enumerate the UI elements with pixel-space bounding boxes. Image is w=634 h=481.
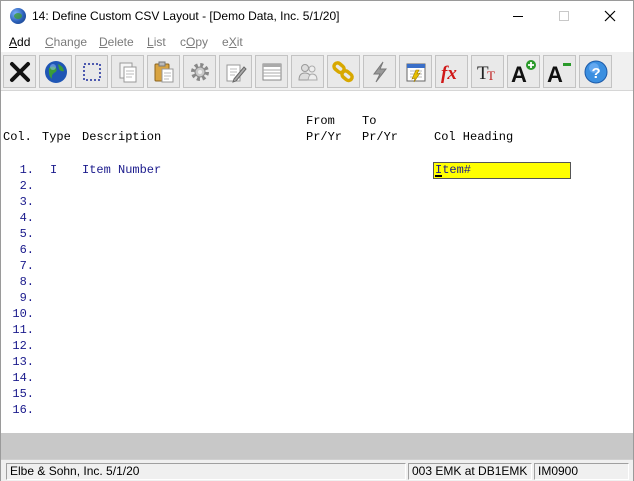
font-decrease-icon: A — [547, 62, 571, 85]
row-number: 6. — [19, 243, 34, 257]
app-window: 14: Define Custom CSV Layout - [Demo Dat… — [0, 0, 634, 481]
status-program: IM0900 — [534, 463, 629, 480]
menu-change[interactable]: Change — [45, 35, 87, 49]
row-number: 13. — [12, 355, 34, 369]
minimize-button[interactable] — [495, 1, 541, 31]
toolbar-list-button[interactable] — [255, 55, 288, 88]
toolbar-quick-button[interactable] — [363, 55, 396, 88]
close-window-button[interactable] — [587, 1, 633, 31]
row-number: 5. — [19, 227, 34, 241]
row-number: 15. — [12, 387, 34, 401]
type-header: Type — [42, 130, 71, 144]
toolbar-close-button[interactable] — [3, 55, 36, 88]
toolbar: fx TT A A ? — [1, 52, 633, 91]
toolbar-font-increase-button[interactable]: A — [507, 55, 540, 88]
status-company: Elbe & Sohn, Inc. 5/1/20 — [6, 463, 406, 480]
from-header-line1: From — [306, 114, 335, 128]
toolbar-paste-button[interactable] — [147, 55, 180, 88]
row-number: 1. — [19, 163, 34, 177]
row-number: 16. — [12, 403, 34, 417]
edit-pencil-icon — [226, 64, 247, 83]
row-number: 4. — [19, 211, 34, 225]
calendar-icon — [406, 63, 425, 82]
toolbar-edit-button[interactable] — [219, 55, 252, 88]
svg-text:fx: fx — [441, 63, 457, 84]
menu-bar: Add Change Delete List cOpy eXit — [1, 32, 633, 52]
copy-pages-icon — [119, 62, 136, 82]
fx-formula-icon: fx — [441, 63, 457, 84]
toolbar-calendar-button[interactable] — [399, 55, 432, 88]
font-size-icon: TT — [477, 63, 495, 84]
row-number: 2. — [19, 179, 34, 193]
lightning-icon — [372, 61, 387, 82]
row-number: 3. — [19, 195, 34, 209]
layout-screen: From To Col. Type Description Pr/Yr Pr/Y… — [1, 92, 633, 433]
title-bar[interactable]: 14: Define Custom CSV Layout - [Demo Dat… — [1, 1, 633, 31]
row-number: 8. — [19, 275, 34, 289]
globe-icon — [44, 60, 67, 83]
toolbar-select-button[interactable] — [75, 55, 108, 88]
toolbar-copy-button[interactable] — [111, 55, 144, 88]
svg-text:A: A — [547, 62, 563, 85]
col-header: Col. — [3, 130, 32, 144]
row-number: 11. — [12, 323, 34, 337]
svg-text:T: T — [487, 68, 495, 83]
row-number: 7. — [19, 259, 34, 273]
minimize-icon — [513, 15, 523, 17]
col-heading-input[interactable]: Item# — [433, 162, 571, 179]
gear-icon — [190, 62, 209, 81]
toolbar-settings-button[interactable] — [183, 55, 216, 88]
svg-text:?: ? — [591, 65, 600, 82]
help-icon: ? — [584, 60, 607, 83]
row-type[interactable]: I — [50, 162, 57, 178]
menu-list[interactable]: List — [147, 35, 166, 49]
toolbar-users-button[interactable] — [291, 55, 324, 88]
status-user: 003 EMK at DB1EMK — [408, 463, 532, 480]
status-bar: Elbe & Sohn, Inc. 5/1/20 003 EMK at DB1E… — [1, 459, 633, 481]
description-header: Description — [82, 130, 162, 144]
chain-link-icon — [331, 60, 354, 82]
people-icon — [297, 63, 318, 80]
clipboard-icon — [154, 61, 173, 82]
message-band — [1, 433, 633, 459]
close-x-icon — [9, 61, 30, 82]
row-description[interactable]: Item Number — [82, 162, 161, 178]
to-header-line1: To — [362, 114, 377, 128]
menu-copy[interactable]: cOpy — [180, 35, 208, 49]
toolbar-font-button[interactable]: TT — [471, 55, 504, 88]
from-header-line2: Pr/Yr — [306, 130, 343, 144]
to-header-line2: Pr/Yr — [362, 130, 399, 144]
maximize-icon — [559, 11, 569, 21]
menu-add[interactable]: Add — [9, 35, 30, 49]
font-increase-icon: A — [511, 59, 536, 85]
select-box-icon — [82, 62, 101, 81]
col-heading-header: Col Heading — [434, 130, 514, 144]
toolbar-formula-button[interactable]: fx — [435, 55, 468, 88]
toolbar-link-button[interactable] — [327, 55, 360, 88]
menu-delete[interactable]: Delete — [99, 35, 134, 49]
close-icon — [604, 10, 616, 22]
text-cursor — [435, 175, 442, 177]
menu-exit[interactable]: eXit — [222, 35, 243, 49]
row-number: 14. — [12, 371, 34, 385]
list-table-icon — [262, 63, 281, 80]
row-number: 12. — [12, 339, 34, 353]
maximize-button[interactable] — [541, 1, 587, 31]
window-title: 14: Define Custom CSV Layout - [Demo Dat… — [32, 9, 340, 23]
app-globe-icon — [10, 8, 26, 24]
row-number: 10. — [12, 307, 34, 321]
toolbar-help-button[interactable]: ? — [579, 55, 612, 88]
toolbar-globe-button[interactable] — [39, 55, 72, 88]
row-number: 9. — [19, 291, 34, 305]
toolbar-font-decrease-button[interactable]: A — [543, 55, 576, 88]
svg-text:A: A — [511, 62, 527, 85]
